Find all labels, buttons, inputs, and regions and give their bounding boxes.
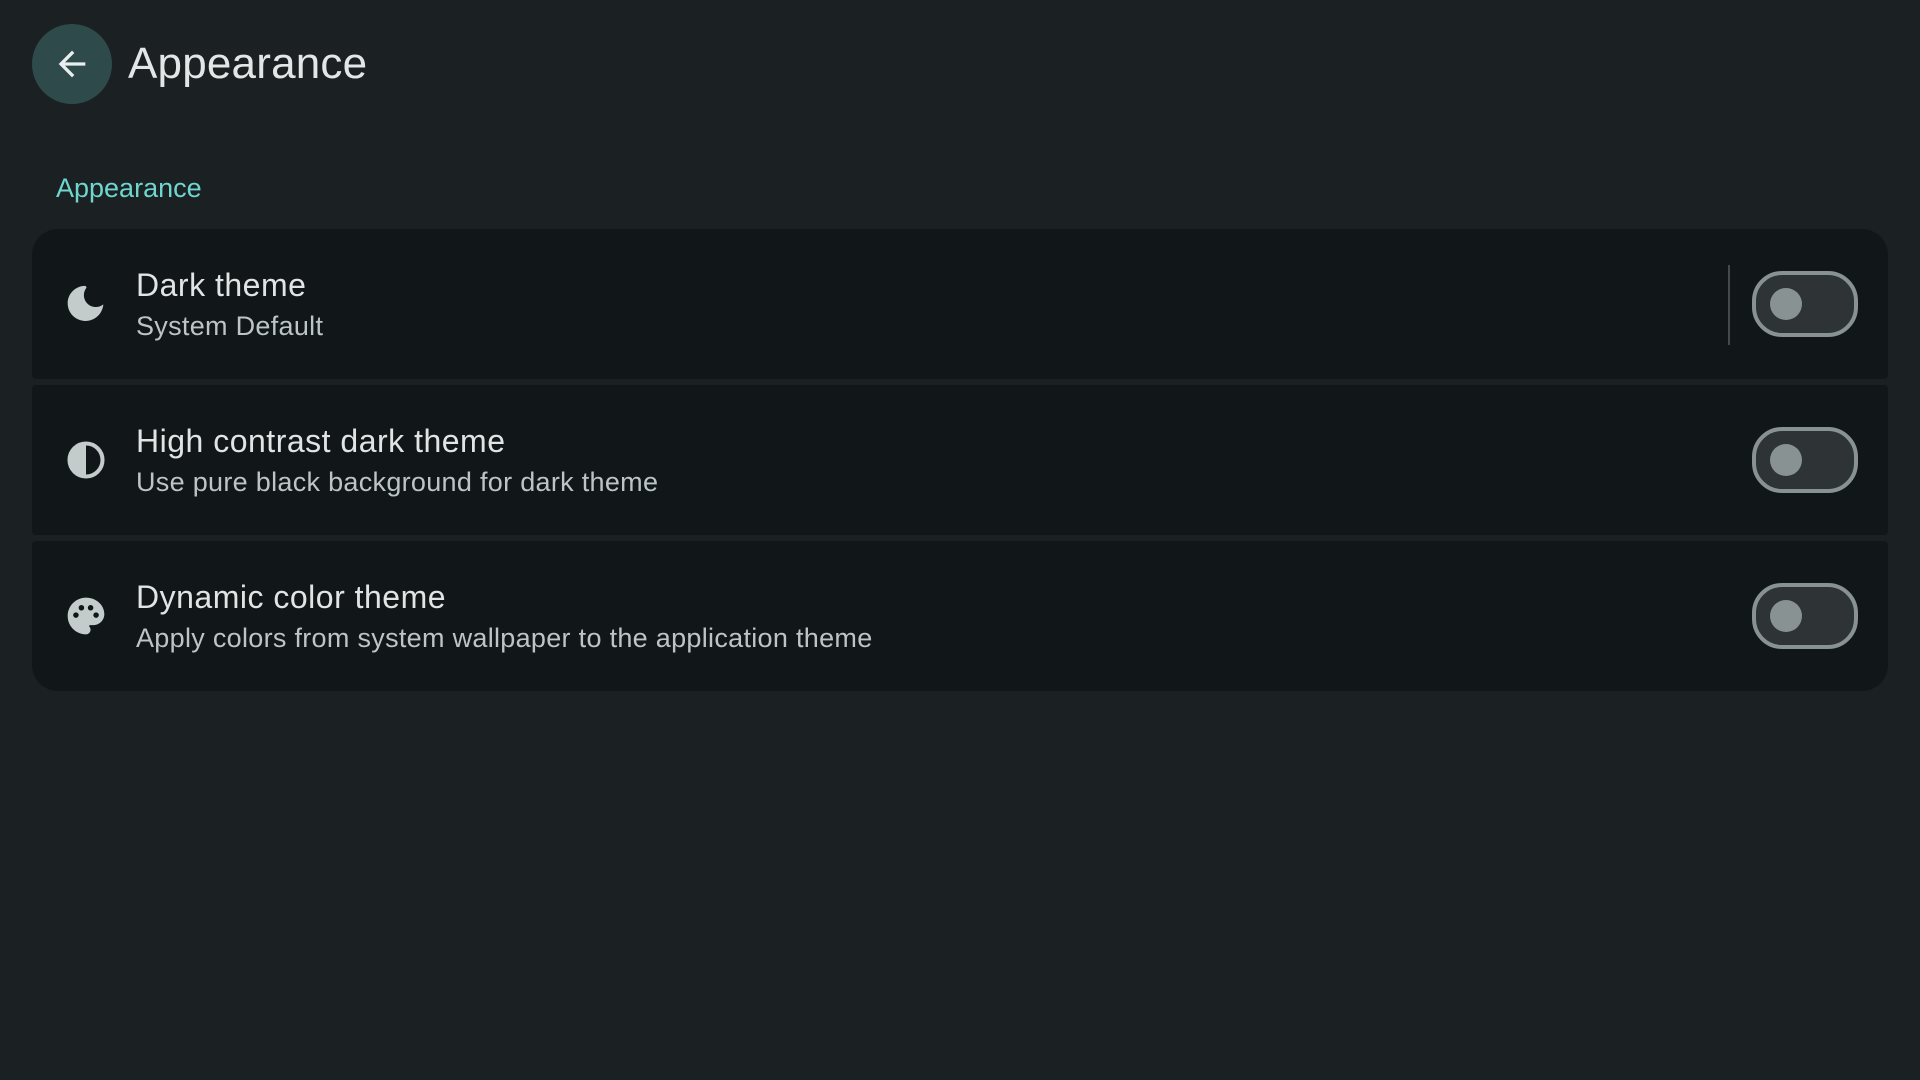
back-button[interactable] [32,24,112,104]
dynamic-color-switch[interactable] [1752,583,1858,649]
setting-subtitle: Use pure black background for dark theme [136,467,659,497]
switch-thumb [1770,600,1802,632]
setting-text: High contrast dark theme Use pure black … [136,420,658,500]
switch-thumb [1770,288,1802,320]
appearance-screen: Appearance Appearance Dark theme System … [0,0,1920,1080]
palette-icon [64,594,108,638]
setting-title: Dynamic color theme [136,579,447,615]
setting-text: Dark theme System Default [136,264,323,344]
setting-text: Dynamic color theme Apply colors from sy… [136,576,873,656]
switch-thumb [1770,444,1802,476]
high-contrast-switch[interactable] [1752,427,1858,493]
setting-subtitle: System Default [136,311,324,341]
setting-title: High contrast dark theme [136,423,506,459]
setting-dynamic-color[interactable]: Dynamic color theme Apply colors from sy… [32,541,1888,691]
section-header: Appearance [56,173,202,203]
contrast-icon [64,438,108,482]
setting-dark-theme[interactable]: Dark theme System Default [32,229,1888,379]
dark-theme-switch[interactable] [1752,271,1858,337]
arrow-back-icon [58,50,86,78]
page-title: Appearance [128,39,368,88]
moon-icon [64,282,108,326]
setting-subtitle: Apply colors from system wallpaper to th… [136,623,873,653]
setting-title: Dark theme [136,267,307,303]
setting-high-contrast[interactable]: High contrast dark theme Use pure black … [32,385,1888,535]
top-app-bar: Appearance [0,0,1920,128]
vertical-divider [1728,265,1730,345]
